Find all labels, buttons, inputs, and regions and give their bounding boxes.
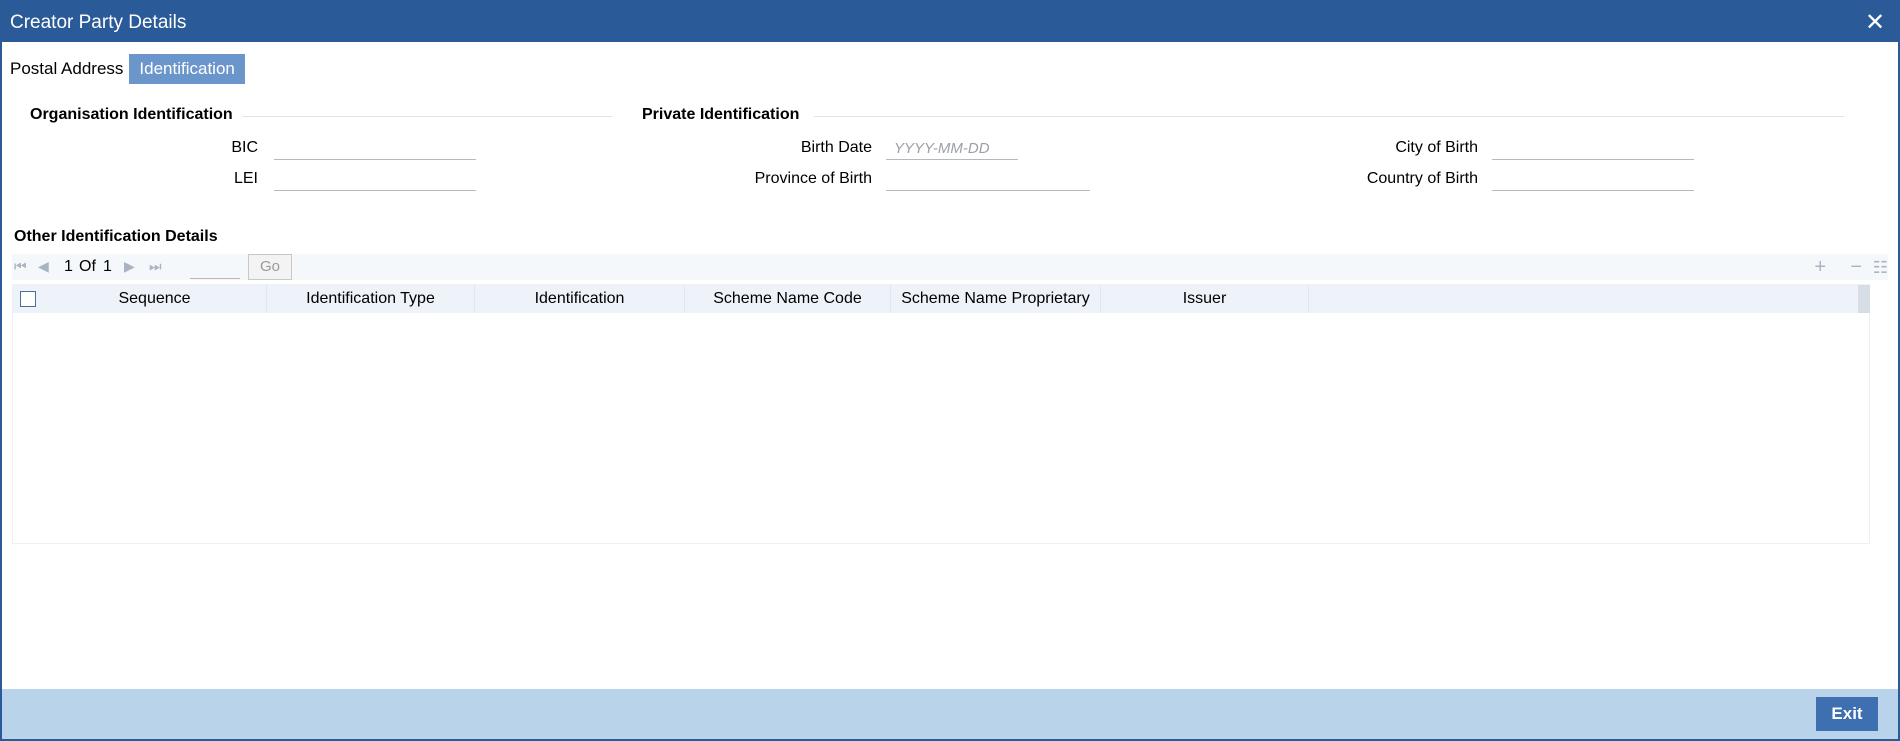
- exit-button[interactable]: Exit: [1816, 697, 1878, 731]
- footer-bar: Exit: [2, 689, 1898, 739]
- private-divider: [814, 116, 1844, 117]
- city-of-birth-label: City of Birth: [1395, 139, 1478, 156]
- page-number-input[interactable]: [190, 258, 240, 279]
- grid-scrollbar[interactable]: [1858, 285, 1870, 313]
- tab-identification[interactable]: Identification: [129, 54, 245, 84]
- select-all-checkbox[interactable]: [20, 291, 36, 307]
- lei-label: LEI: [233, 170, 258, 187]
- page-of-label: Of: [79, 258, 96, 275]
- city-of-birth-input[interactable]: [1492, 138, 1694, 160]
- lei-input[interactable]: [274, 169, 476, 191]
- previous-page-icon[interactable]: ◀: [38, 258, 49, 275]
- add-row-icon[interactable]: +: [1814, 256, 1826, 279]
- first-page-icon[interactable]: ⏮: [14, 258, 27, 275]
- organisation-identification-heading: Organisation Identification: [30, 106, 233, 123]
- dialog-window: Creator Party Details ✕ Postal Address Id…: [0, 0, 1900, 741]
- identification-details-grid: Sequence Identification Type Identificat…: [12, 284, 1870, 544]
- organisation-divider: [242, 116, 612, 117]
- go-button[interactable]: Go: [248, 254, 292, 280]
- tab-postal-address[interactable]: Postal Address: [8, 54, 129, 84]
- birth-date-label: Birth Date: [800, 139, 872, 156]
- bic-label: BIC: [231, 139, 258, 156]
- column-scheme-name-proprietary[interactable]: Scheme Name Proprietary: [891, 285, 1101, 313]
- next-page-icon[interactable]: ▶: [124, 258, 135, 275]
- window-title: Creator Party Details: [10, 12, 187, 33]
- birth-date-input[interactable]: [886, 138, 1018, 160]
- column-identification[interactable]: Identification: [475, 285, 685, 313]
- column-identification-type[interactable]: Identification Type: [267, 285, 475, 313]
- grid-header: Sequence Identification Type Identificat…: [13, 285, 1858, 313]
- column-issuer[interactable]: Issuer: [1101, 285, 1309, 313]
- column-scheme-name-code[interactable]: Scheme Name Code: [685, 285, 891, 313]
- country-of-birth-input[interactable]: [1492, 169, 1694, 191]
- province-of-birth-label: Province of Birth: [754, 170, 872, 187]
- country-of-birth-label: Country of Birth: [1366, 170, 1478, 187]
- last-page-icon[interactable]: ⏭: [149, 258, 162, 275]
- other-identification-heading: Other Identification Details: [14, 228, 218, 245]
- column-sequence[interactable]: Sequence: [43, 285, 267, 313]
- grid-pager: ⏮ ◀ 1 Of 1 ▶ ⏭ Go + − ☷: [12, 254, 1888, 280]
- province-of-birth-input[interactable]: [886, 169, 1090, 191]
- delete-row-icon[interactable]: −: [1850, 256, 1862, 279]
- close-icon[interactable]: ✕: [1862, 10, 1888, 36]
- title-bar: Creator Party Details ✕: [2, 2, 1898, 42]
- column-settings-icon[interactable]: ☷: [1873, 258, 1888, 278]
- current-page: 1: [64, 258, 73, 275]
- private-identification-heading: Private Identification: [642, 106, 800, 123]
- total-pages: 1: [103, 258, 112, 275]
- bic-input[interactable]: [274, 138, 476, 160]
- tab-bar: Postal Address Identification: [8, 54, 245, 84]
